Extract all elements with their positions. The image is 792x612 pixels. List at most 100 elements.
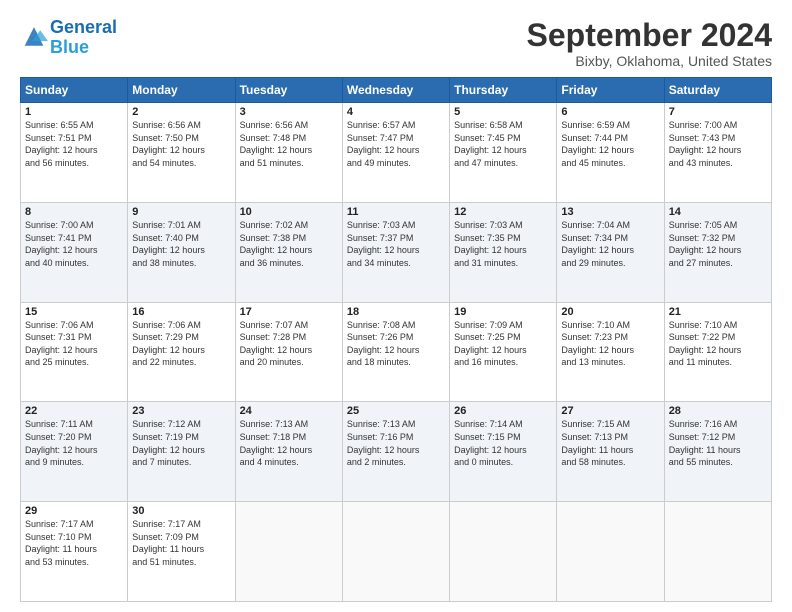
calendar-day-cell [557, 502, 664, 602]
day-number: 3 [240, 106, 338, 118]
day-info: Sunrise: 7:17 AM Sunset: 7:10 PM Dayligh… [25, 519, 97, 567]
calendar-day-cell: 26 Sunrise: 7:14 AM Sunset: 7:15 PM Dayli… [450, 402, 557, 502]
calendar-day-cell [342, 502, 449, 602]
day-info: Sunrise: 7:13 AM Sunset: 7:16 PM Dayligh… [347, 419, 420, 467]
day-info: Sunrise: 7:13 AM Sunset: 7:18 PM Dayligh… [240, 419, 313, 467]
day-info: Sunrise: 7:03 AM Sunset: 7:37 PM Dayligh… [347, 220, 420, 268]
calendar-header-cell: Sunday [21, 78, 128, 103]
day-info: Sunrise: 7:06 AM Sunset: 7:29 PM Dayligh… [132, 320, 205, 368]
calendar-table: SundayMondayTuesdayWednesdayThursdayFrid… [20, 77, 772, 602]
day-info: Sunrise: 7:10 AM Sunset: 7:23 PM Dayligh… [561, 320, 634, 368]
calendar-header-cell: Monday [128, 78, 235, 103]
calendar-day-cell: 25 Sunrise: 7:13 AM Sunset: 7:16 PM Dayli… [342, 402, 449, 502]
day-info: Sunrise: 6:58 AM Sunset: 7:45 PM Dayligh… [454, 120, 527, 168]
logo: General Blue [20, 18, 117, 58]
day-number: 23 [132, 405, 230, 417]
calendar-header-cell: Wednesday [342, 78, 449, 103]
calendar-day-cell: 14Sunrise: 7:05 AM Sunset: 7:32 PM Dayli… [664, 202, 771, 302]
calendar-header-cell: Friday [557, 78, 664, 103]
day-info: Sunrise: 7:00 AM Sunset: 7:43 PM Dayligh… [669, 120, 742, 168]
calendar-day-cell: 28 Sunrise: 7:16 AM Sunset: 7:12 PM Dayli… [664, 402, 771, 502]
calendar-week-row: 1 Sunrise: 6:55 AM Sunset: 7:51 PM Daylig… [21, 103, 772, 203]
calendar-week-row: 8Sunrise: 7:00 AM Sunset: 7:41 PM Daylig… [21, 202, 772, 302]
day-number: 6 [561, 106, 659, 118]
calendar-day-cell: 12 Sunrise: 7:03 AM Sunset: 7:35 PM Dayli… [450, 202, 557, 302]
day-info: Sunrise: 6:57 AM Sunset: 7:47 PM Dayligh… [347, 120, 420, 168]
day-info: Sunrise: 6:59 AM Sunset: 7:44 PM Dayligh… [561, 120, 634, 168]
day-info: Sunrise: 7:08 AM Sunset: 7:26 PM Dayligh… [347, 320, 420, 368]
calendar-day-cell: 4 Sunrise: 6:57 AM Sunset: 7:47 PM Daylig… [342, 103, 449, 203]
calendar-day-cell: 15Sunrise: 7:06 AM Sunset: 7:31 PM Dayli… [21, 302, 128, 402]
day-number: 9 [132, 206, 230, 218]
logo-icon [20, 24, 48, 52]
day-info: Sunrise: 6:56 AM Sunset: 7:48 PM Dayligh… [240, 120, 313, 168]
day-number: 1 [25, 106, 123, 118]
calendar-week-row: 22 Sunrise: 7:11 AM Sunset: 7:20 PM Dayli… [21, 402, 772, 502]
calendar-day-cell: 16 Sunrise: 7:06 AM Sunset: 7:29 PM Dayli… [128, 302, 235, 402]
day-number: 15 [25, 306, 123, 318]
calendar-day-cell: 10 Sunrise: 7:02 AM Sunset: 7:38 PM Dayli… [235, 202, 342, 302]
day-info: Sunrise: 7:17 AM Sunset: 7:09 PM Dayligh… [132, 519, 204, 567]
day-number: 12 [454, 206, 552, 218]
day-number: 5 [454, 106, 552, 118]
title-block: September 2024 Bixby, Oklahoma, United S… [527, 18, 772, 69]
day-info: Sunrise: 7:09 AM Sunset: 7:25 PM Dayligh… [454, 320, 527, 368]
day-number: 11 [347, 206, 445, 218]
calendar-day-cell: 2 Sunrise: 6:56 AM Sunset: 7:50 PM Daylig… [128, 103, 235, 203]
day-info: Sunrise: 7:05 AM Sunset: 7:32 PM Dayligh… [669, 220, 742, 268]
calendar-day-cell: 17 Sunrise: 7:07 AM Sunset: 7:28 PM Dayli… [235, 302, 342, 402]
day-number: 30 [132, 505, 230, 517]
calendar-day-cell: 18Sunrise: 7:08 AM Sunset: 7:26 PM Dayli… [342, 302, 449, 402]
day-info: Sunrise: 7:07 AM Sunset: 7:28 PM Dayligh… [240, 320, 313, 368]
day-number: 10 [240, 206, 338, 218]
day-info: Sunrise: 7:14 AM Sunset: 7:15 PM Dayligh… [454, 419, 527, 467]
day-number: 25 [347, 405, 445, 417]
day-number: 2 [132, 106, 230, 118]
day-info: Sunrise: 7:01 AM Sunset: 7:40 PM Dayligh… [132, 220, 205, 268]
calendar-day-cell: 24 Sunrise: 7:13 AM Sunset: 7:18 PM Dayli… [235, 402, 342, 502]
day-number: 13 [561, 206, 659, 218]
calendar-day-cell: 6 Sunrise: 6:59 AM Sunset: 7:44 PM Daylig… [557, 103, 664, 203]
calendar-day-cell [235, 502, 342, 602]
day-number: 20 [561, 306, 659, 318]
calendar-day-cell: 7Sunrise: 7:00 AM Sunset: 7:43 PM Daylig… [664, 103, 771, 203]
calendar-day-cell [664, 502, 771, 602]
day-number: 19 [454, 306, 552, 318]
day-info: Sunrise: 7:03 AM Sunset: 7:35 PM Dayligh… [454, 220, 527, 268]
calendar-header-row: SundayMondayTuesdayWednesdayThursdayFrid… [21, 78, 772, 103]
calendar-day-cell: 19 Sunrise: 7:09 AM Sunset: 7:25 PM Dayli… [450, 302, 557, 402]
day-info: Sunrise: 7:04 AM Sunset: 7:34 PM Dayligh… [561, 220, 634, 268]
day-info: Sunrise: 7:02 AM Sunset: 7:38 PM Dayligh… [240, 220, 313, 268]
day-info: Sunrise: 6:55 AM Sunset: 7:51 PM Dayligh… [25, 120, 98, 168]
header: General Blue September 2024 Bixby, Oklah… [20, 18, 772, 69]
calendar-day-cell: 29Sunrise: 7:17 AM Sunset: 7:10 PM Dayli… [21, 502, 128, 602]
day-info: Sunrise: 7:15 AM Sunset: 7:13 PM Dayligh… [561, 419, 633, 467]
day-number: 17 [240, 306, 338, 318]
calendar-day-cell: 20 Sunrise: 7:10 AM Sunset: 7:23 PM Dayli… [557, 302, 664, 402]
day-number: 22 [25, 405, 123, 417]
calendar-day-cell: 23 Sunrise: 7:12 AM Sunset: 7:19 PM Dayli… [128, 402, 235, 502]
calendar-day-cell: 9 Sunrise: 7:01 AM Sunset: 7:40 PM Daylig… [128, 202, 235, 302]
calendar-day-cell: 3 Sunrise: 6:56 AM Sunset: 7:48 PM Daylig… [235, 103, 342, 203]
page: General Blue September 2024 Bixby, Oklah… [0, 0, 792, 612]
day-info: Sunrise: 7:16 AM Sunset: 7:12 PM Dayligh… [669, 419, 741, 467]
calendar-header-cell: Saturday [664, 78, 771, 103]
main-title: September 2024 [527, 18, 772, 53]
day-number: 24 [240, 405, 338, 417]
day-number: 28 [669, 405, 767, 417]
day-info: Sunrise: 6:56 AM Sunset: 7:50 PM Dayligh… [132, 120, 205, 168]
day-info: Sunrise: 7:11 AM Sunset: 7:20 PM Dayligh… [25, 419, 98, 467]
day-number: 26 [454, 405, 552, 417]
calendar-day-cell: 5 Sunrise: 6:58 AM Sunset: 7:45 PM Daylig… [450, 103, 557, 203]
day-number: 16 [132, 306, 230, 318]
logo-text: General Blue [50, 18, 117, 58]
day-number: 27 [561, 405, 659, 417]
calendar-day-cell [450, 502, 557, 602]
calendar-header-cell: Thursday [450, 78, 557, 103]
calendar-day-cell: 13 Sunrise: 7:04 AM Sunset: 7:34 PM Dayli… [557, 202, 664, 302]
day-number: 4 [347, 106, 445, 118]
day-info: Sunrise: 7:12 AM Sunset: 7:19 PM Dayligh… [132, 419, 205, 467]
calendar-day-cell: 1 Sunrise: 6:55 AM Sunset: 7:51 PM Daylig… [21, 103, 128, 203]
calendar-week-row: 29Sunrise: 7:17 AM Sunset: 7:10 PM Dayli… [21, 502, 772, 602]
subtitle: Bixby, Oklahoma, United States [527, 53, 772, 69]
